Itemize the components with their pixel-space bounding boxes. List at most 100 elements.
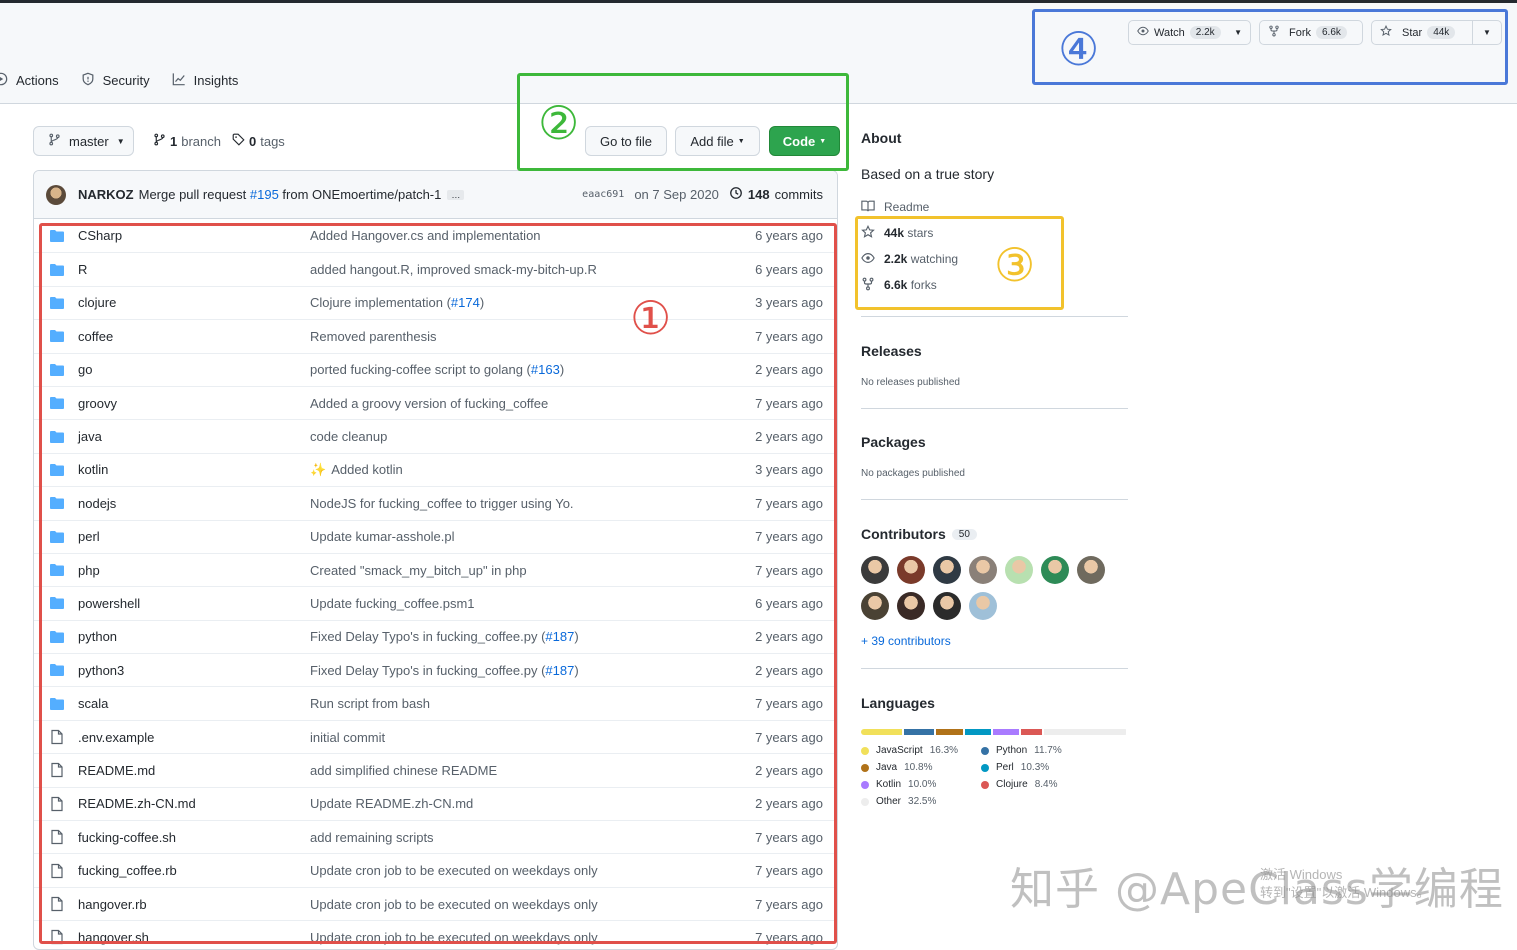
table-row[interactable]: nodejs NodeJS for fucking_coffee to trigg… [34,486,837,519]
code-button[interactable]: Code ▼ [769,126,840,156]
packages-heading[interactable]: Packages [861,434,1128,450]
file-name-link[interactable]: README.zh-CN.md [78,796,310,811]
file-name-link[interactable]: groovy [78,396,310,411]
file-name-link[interactable]: go [78,362,310,377]
star-button[interactable]: Star 44k [1371,20,1473,45]
commit-message-link[interactable]: Created "smack_my_bitch_up" in php [310,563,755,578]
file-name-link[interactable]: CSharp [78,228,310,243]
commit-message-link[interactable]: Fixed Delay Typo's in fucking_coffee.py … [310,629,755,644]
go-to-file-button[interactable]: Go to file [585,126,667,156]
commit-message-link[interactable]: Run script from bash [310,696,755,711]
file-name-link[interactable]: hangover.rb [78,897,310,912]
avatar[interactable] [1005,556,1033,584]
table-row[interactable]: fucking-coffee.sh add remaining scripts 7 … [34,820,837,853]
avatar[interactable] [969,556,997,584]
file-name-link[interactable]: python3 [78,663,310,678]
table-row[interactable]: go ported fucking-coffee script to golang… [34,352,837,386]
language-item[interactable]: JavaScript 16.3% [861,745,981,756]
language-item[interactable]: Java 10.8% [861,762,981,773]
table-row[interactable]: README.md add simplified chinese README 2 … [34,753,837,786]
file-name-link[interactable]: .env.example [78,730,310,745]
add-file-button[interactable]: Add file ▼ [675,126,760,156]
language-item[interactable]: Other 32.5% [861,796,981,807]
file-name-link[interactable]: perl [78,529,310,544]
avatar[interactable] [969,592,997,620]
commits-history-link[interactable]: 148 commits [729,186,823,203]
commit-message[interactable]: Merge pull request #195 from ONEmoertime… [139,187,442,202]
table-row[interactable]: hangover.rb Update cron job to be execute… [34,886,837,920]
nav-actions[interactable]: Actions [0,72,59,89]
nav-insights[interactable]: Insights [172,72,238,89]
avatar[interactable] [861,592,889,620]
table-row[interactable]: CSharp Added Hangover.cs and implementati… [34,219,837,252]
table-row[interactable]: powershell Update fucking_coffee.psm1 6 ye… [34,586,837,619]
file-name-link[interactable]: fucking_coffee.rb [78,863,310,878]
table-row[interactable]: hangover.sh Update cron job to be execute… [34,920,837,949]
nav-security[interactable]: Security [81,72,150,89]
avatar[interactable] [861,556,889,584]
pr-link[interactable]: #163 [531,362,560,377]
commit-message-link[interactable]: initial commit [310,730,755,745]
commit-message-link[interactable]: ✨ Added kotlin [310,462,755,478]
commit-message-link[interactable]: NodeJS for fucking_coffee to trigger usi… [310,496,755,511]
language-item[interactable]: Kotlin 10.0% [861,779,981,790]
file-name-link[interactable]: README.md [78,763,310,778]
file-name-link[interactable]: python [78,629,310,644]
avatar[interactable] [933,556,961,584]
commit-message-link[interactable]: Update cron job to be executed on weekda… [310,863,755,878]
file-name-link[interactable]: nodejs [78,496,310,511]
file-name-link[interactable]: kotlin [78,462,310,477]
branch-select[interactable]: master ▼ [33,126,134,156]
table-row[interactable]: fucking_coffee.rb Update cron job to be e… [34,853,837,886]
table-row[interactable]: python3 Fixed Delay Typo's in fucking_cof… [34,653,837,686]
tags-link[interactable]: 0 tags [232,133,285,149]
expand-commit-button[interactable]: … [447,189,465,200]
avatar[interactable] [897,556,925,584]
file-name-link[interactable]: java [78,429,310,444]
commit-message-link[interactable]: Update cron job to be executed on weekda… [310,897,755,912]
commit-message-link[interactable]: added hangout.R, improved smack-my-bitch… [310,262,755,277]
commit-message-link[interactable]: code cleanup [310,429,755,444]
star-lists-dropdown[interactable]: ▼ [1473,20,1502,45]
table-row[interactable]: coffee Removed parenthesis 7 years ago [34,319,837,352]
file-name-link[interactable]: R [78,262,310,277]
commit-message-link[interactable]: Clojure implementation (#174) [310,295,755,310]
commit-message-link[interactable]: Added a groovy version of fucking_coffee [310,396,755,411]
table-row[interactable]: java code cleanup 2 years ago [34,419,837,452]
avatar[interactable] [46,184,66,205]
table-row[interactable]: php Created "smack_my_bitch_up" in php 7 y… [34,552,837,586]
releases-heading[interactable]: Releases [861,343,1128,359]
table-row[interactable]: README.zh-CN.md Update README.zh-CN.md 2 y… [34,786,837,820]
commit-author[interactable]: NARKOZ [78,187,134,202]
language-item[interactable]: Clojure 8.4% [981,779,1111,790]
commit-pr-link[interactable]: #195 [250,187,279,202]
commit-message-link[interactable]: ported fucking-coffee script to golang (… [310,362,755,377]
file-name-link[interactable]: php [78,563,310,578]
commit-message-link[interactable]: Added Hangover.cs and implementation [310,228,755,243]
language-item[interactable]: Perl 10.3% [981,762,1111,773]
contributors-heading[interactable]: Contributors 50 [861,526,1128,542]
avatar[interactable] [897,592,925,620]
commit-message-link[interactable]: Removed parenthesis [310,329,755,344]
avatar[interactable] [933,592,961,620]
commit-sha[interactable]: eaac691 [582,189,624,200]
file-name-link[interactable]: clojure [78,295,310,310]
avatar[interactable] [1077,556,1105,584]
pr-link[interactable]: #187 [545,629,574,644]
table-row[interactable]: clojure Clojure implementation (#174) 3 ye… [34,285,837,319]
table-row[interactable]: scala Run script from bash 7 years ago [34,686,837,719]
branches-link[interactable]: 1 branch [153,133,221,149]
fork-button[interactable]: Fork 6.6k [1259,20,1363,45]
file-name-link[interactable]: powershell [78,596,310,611]
commit-message-link[interactable]: Update cron job to be executed on weekda… [310,930,755,945]
commit-message-link[interactable]: Fixed Delay Typo's in fucking_coffee.py … [310,663,755,678]
table-row[interactable]: kotlin ✨ Added kotlin 3 years ago [34,452,837,486]
commit-message-link[interactable]: add simplified chinese README [310,763,755,778]
file-name-link[interactable]: hangover.sh [78,930,310,945]
file-name-link[interactable]: fucking-coffee.sh [78,830,310,845]
language-item[interactable]: Python 11.7% [981,745,1111,756]
table-row[interactable]: groovy Added a groovy version of fucking_… [34,385,837,419]
commit-message-link[interactable]: Update fucking_coffee.psm1 [310,596,755,611]
table-row[interactable]: perl Update kumar-asshole.pl 7 years ago [34,519,837,553]
more-contributors-link[interactable]: + 39 contributors [861,634,1128,648]
